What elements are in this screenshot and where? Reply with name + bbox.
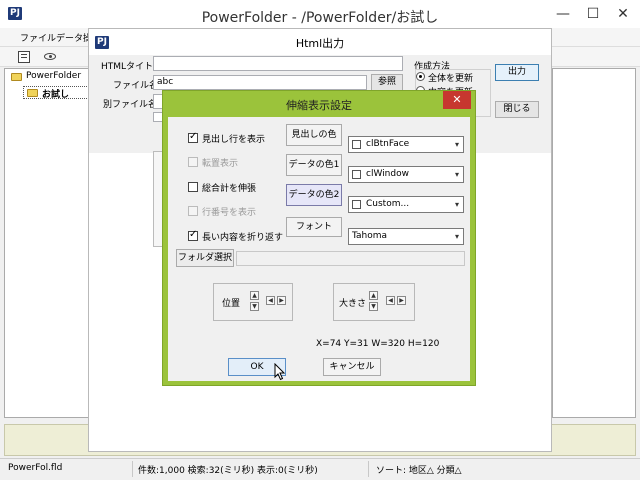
html-dialog-title: Html出力 (295, 37, 345, 50)
mouse-cursor-icon (274, 363, 286, 381)
position-right-icon[interactable]: ▶ (277, 296, 286, 305)
menu-data[interactable]: データ操 (56, 31, 88, 44)
header-color-select[interactable]: clBtnFace ▾ (348, 136, 464, 153)
folder-select-button[interactable]: フォルダ選択 (176, 249, 234, 267)
folder-icon (11, 73, 22, 81)
tree-item-selected[interactable]: お試し (23, 86, 89, 100)
alt-filename-label: 別ファイル名 (103, 100, 158, 110)
menu-file[interactable]: ファイル (20, 31, 56, 44)
data-color1-button[interactable]: データの色1 (286, 154, 342, 176)
filename-input[interactable]: abc (153, 75, 367, 90)
status-separator (368, 461, 369, 477)
status-file: PowerFol.fld (8, 463, 63, 473)
data-color2-button[interactable]: データの色2 (286, 184, 342, 206)
header-color-button[interactable]: 見出しの色 (286, 124, 342, 146)
data-color2-select[interactable]: Custom... ▾ (348, 196, 464, 213)
close-icon[interactable]: ✕ (608, 0, 638, 28)
position-group: 位置 ▲ ▼ ◀ ▶ (213, 283, 293, 321)
data-color2-value: Custom... (366, 199, 410, 209)
tree-root[interactable]: PowerFolder (26, 71, 90, 81)
folder-icon (27, 89, 38, 97)
chevron-down-icon: ▾ (454, 200, 459, 209)
grand-total-checkbox[interactable] (188, 182, 198, 192)
font-button[interactable]: フォント (286, 217, 342, 237)
size-right-icon[interactable]: ▶ (397, 296, 406, 305)
main-window-title: PowerFolder - /PowerFolder/お試し (201, 10, 439, 26)
folder-select-input[interactable] (236, 251, 465, 266)
chevron-down-icon: ▾ (454, 140, 459, 149)
table-icon[interactable] (18, 51, 30, 63)
browse-button[interactable]: 参照 (371, 74, 403, 91)
position-up-icon[interactable]: ▲ (250, 291, 259, 300)
data-view-pane[interactable] (552, 68, 636, 418)
tree-child: お試し (42, 90, 70, 100)
main-title-bar: PJ PowerFolder - /PowerFolder/お試し — ☐ ✕ (0, 0, 640, 28)
position-label: 位置 (222, 299, 241, 309)
data-color1-select[interactable]: clWindow ▾ (348, 166, 464, 183)
method-radio-full[interactable] (416, 72, 425, 81)
transpose-checkbox (188, 157, 198, 167)
color-swatch (352, 200, 361, 209)
cancel-button[interactable]: キャンセル (323, 358, 381, 376)
status-stats: 件数:1,000 検索:32(ミリ秒) 表示:0(ミリ秒) (138, 466, 318, 476)
row-number-label: 行番号を表示 (202, 208, 257, 218)
chevron-down-icon: ▾ (454, 170, 459, 179)
output-button[interactable]: 出力 (495, 64, 539, 81)
position-left-icon[interactable]: ◀ (266, 296, 275, 305)
font-select[interactable]: Tahoma ▾ (348, 228, 464, 245)
maximize-icon[interactable]: ☐ (578, 0, 608, 28)
size-group: 大きさ ▲ ▼ ◀ ▶ (333, 283, 415, 321)
font-value: Tahoma (352, 231, 388, 241)
chevron-down-icon: ▾ (454, 232, 459, 241)
close-button[interactable]: 閉じる (495, 101, 539, 118)
size-label: 大きさ (339, 299, 367, 309)
status-bar: PowerFol.fld 件数:1,000 検索:32(ミリ秒) 表示:0(ミリ… (0, 458, 640, 480)
status-sort: ソート: 地区△ 分類△ (376, 466, 462, 476)
filename-label: ファイル名 (113, 81, 159, 91)
size-left-icon[interactable]: ◀ (386, 296, 395, 305)
size-up-icon[interactable]: ▲ (369, 291, 378, 300)
folder-tree[interactable]: PowerFolder お試し (4, 68, 90, 418)
dialog-close-icon[interactable]: ✕ (443, 91, 471, 109)
header-color-value: clBtnFace (366, 139, 410, 149)
position-down-icon[interactable]: ▼ (250, 302, 259, 311)
size-down-icon[interactable]: ▼ (369, 302, 378, 311)
row-number-checkbox (188, 206, 198, 216)
data-color1-value: clWindow (366, 169, 409, 179)
expand-dialog-title: 伸縮表示設定 (286, 99, 352, 112)
expand-settings-dialog: 伸縮表示設定 ✕ 見出し行を表示 転置表示 総合計を伸張 行番号を表示 長い内容… (162, 90, 476, 386)
wrap-text-label: 長い内容を折り返す (202, 233, 284, 243)
html-title-input[interactable] (153, 56, 403, 71)
expand-dialog-body: 見出し行を表示 転置表示 総合計を伸張 行番号を表示 長い内容を折り返す 見出し… (168, 117, 470, 381)
geometry-readout: X=74 Y=31 W=320 H=120 (316, 339, 440, 349)
transpose-label: 転置表示 (202, 159, 239, 169)
minimize-icon[interactable]: — (548, 0, 578, 28)
wrap-text-checkbox[interactable] (188, 229, 198, 241)
status-separator (132, 461, 133, 477)
grand-total-label: 総合計を伸張 (202, 184, 257, 194)
color-swatch (352, 170, 361, 179)
show-header-checkbox[interactable] (188, 131, 198, 143)
method-full-label: 全体を更新 (428, 74, 474, 84)
show-header-label: 見出し行を表示 (202, 135, 266, 145)
color-swatch (352, 140, 361, 149)
eye-icon[interactable] (44, 53, 56, 60)
